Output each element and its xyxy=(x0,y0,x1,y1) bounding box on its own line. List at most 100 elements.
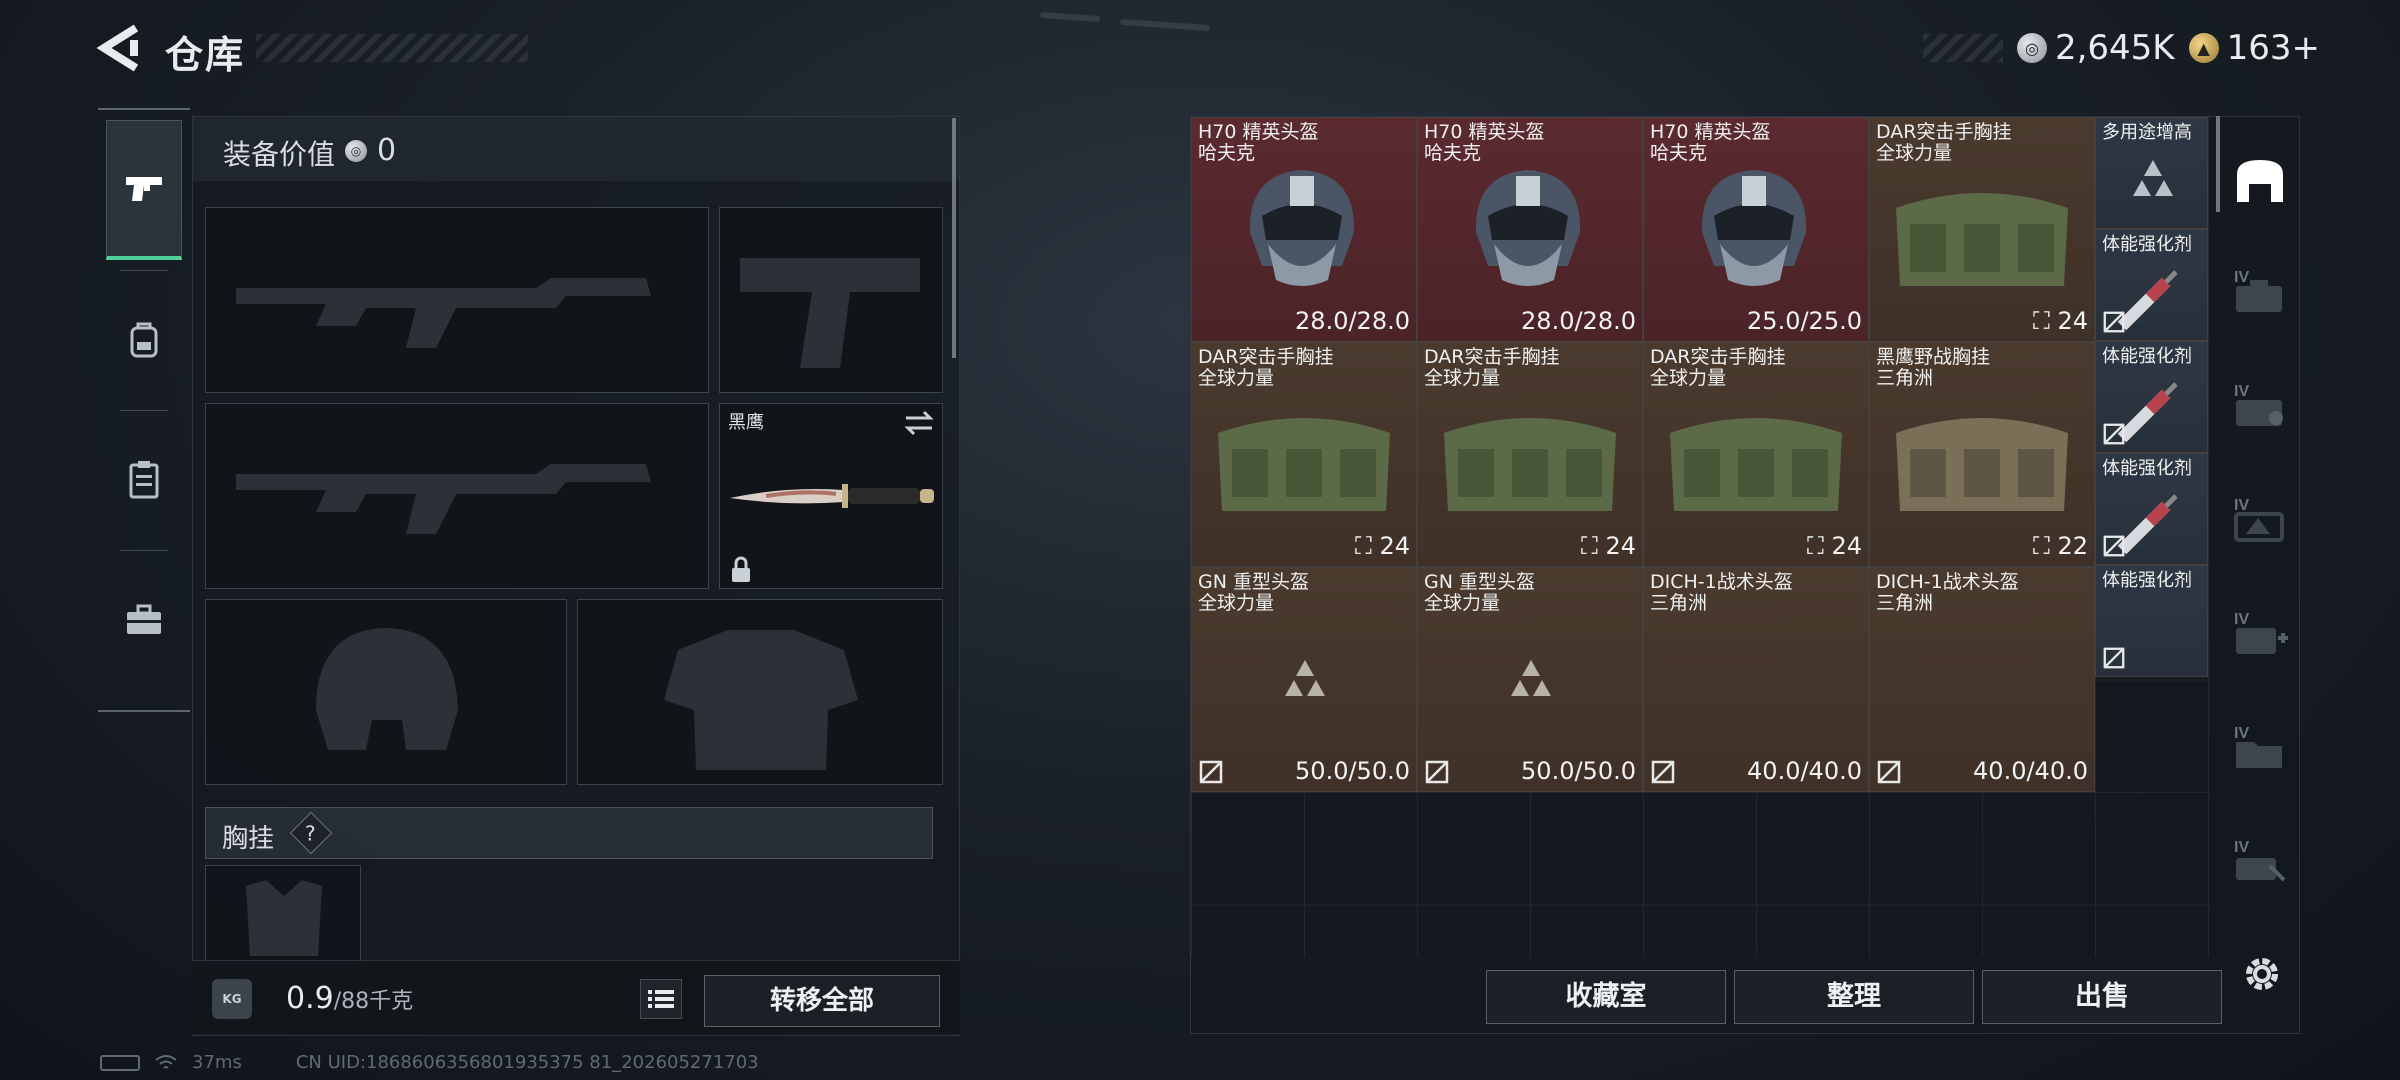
placeholder-triangle-icon xyxy=(1285,660,1325,696)
item-name: DAR突击手胸挂 xyxy=(1198,346,1334,368)
unlock-icon xyxy=(1651,760,1675,784)
armor-silhouette-icon xyxy=(664,630,858,770)
swap-icon[interactable] xyxy=(904,410,934,436)
top-bar: 仓库 ◎ 2,645K ▲ 163+ xyxy=(0,0,2400,100)
storage-item[interactable]: DAR突击手胸挂 全球力量 ⛶ 24 xyxy=(1643,342,1869,567)
item-durability: 50.0/50.0 xyxy=(1521,757,1636,785)
item-faction: 全球力量 xyxy=(1424,592,1501,614)
helmet-slot[interactable] xyxy=(205,599,567,785)
melee-slot[interactable]: 黑鹰 xyxy=(719,403,943,589)
chest-rig-item-icon xyxy=(1670,418,1842,511)
storage-tab-2[interactable]: IV xyxy=(2228,256,2292,326)
transfer-all-button[interactable]: 转移全部 xyxy=(704,975,940,1027)
pistol-icon xyxy=(126,176,162,201)
storage-small-item[interactable]: 体能强化剂 xyxy=(2095,229,2208,341)
storage-item[interactable]: DICH-1战术头盔 三角洲 40.0/40.0 xyxy=(1643,567,1869,792)
chest-rig-item-icon xyxy=(1896,418,2068,511)
gold-currency[interactable]: ▲ 163+ xyxy=(2188,28,2320,68)
pistol-silhouette-icon xyxy=(740,258,920,368)
weight-icon: KG xyxy=(212,979,252,1019)
extension-case-icon: IV xyxy=(2234,497,2284,542)
body-armor-slot[interactable] xyxy=(577,599,943,785)
silver-currency[interactable]: ◎ 2,645K xyxy=(2016,28,2175,68)
sell-button[interactable]: 出售 xyxy=(1982,970,2222,1024)
left-category-nav xyxy=(98,108,190,712)
item-durability: 25.0/25.0 xyxy=(1747,307,1862,335)
ping-readout: 37ms xyxy=(192,1052,242,1073)
extension-case-icon: IV xyxy=(2234,383,2283,426)
svg-text:IV: IV xyxy=(2234,839,2249,856)
status-bar: 37ms CN UID:1868606356801935375 81_20260… xyxy=(100,1052,759,1073)
help-icon[interactable]: ? xyxy=(289,811,333,855)
storage-tab-4[interactable]: IV xyxy=(2228,484,2292,554)
storage-item[interactable]: GN 重型头盔 全球力量 50.0/50.0 xyxy=(1417,567,1643,792)
storage-item[interactable]: 黑鹰野战胸挂 三角洲 ⛶ 22 xyxy=(1869,342,2095,567)
storage-item[interactable]: H70 精英头盔 哈夫克 25.0/25.0 xyxy=(1643,117,1869,342)
storage-small-item[interactable]: 体能强化剂 xyxy=(2095,565,2208,677)
unlock-icon xyxy=(2103,647,2125,669)
nav-tab-backpack[interactable] xyxy=(106,270,182,410)
settings-button[interactable] xyxy=(2240,952,2284,996)
item-name: DAR突击手胸挂 xyxy=(1650,346,1786,368)
item-name: H70 精英头盔 xyxy=(1650,121,1771,143)
carry-weight-current: 0.9 xyxy=(286,981,334,1016)
extension-folder-icon: IV xyxy=(2234,725,2282,768)
collection-room-button[interactable]: 收藏室 xyxy=(1486,970,1726,1024)
helmet-item-icon xyxy=(1249,170,1355,286)
storage-item[interactable]: DAR突击手胸挂 全球力量 ⛶ 24 xyxy=(1869,117,2095,342)
chest-rig-label: 胸挂 xyxy=(222,824,275,854)
equipment-footer: KG 0.9/88千克 转移全部 xyxy=(192,960,960,1034)
storage-small-item[interactable]: 多用途增高 xyxy=(2095,117,2208,229)
storage-tab-3[interactable]: IV xyxy=(2228,370,2292,440)
item-durability: 50.0/50.0 xyxy=(1295,757,1410,785)
silver-coin-icon: ◎ xyxy=(2016,33,2047,63)
user-uid: CN UID:1868606356801935375 81_2026052717… xyxy=(295,1052,759,1073)
equipment-header: 装备价值 ◎ 0 xyxy=(193,117,959,181)
storage-small-item[interactable]: 体能强化剂 xyxy=(2095,453,2208,565)
storage-tab-6[interactable]: IV xyxy=(2228,712,2292,782)
storage-side-tabs: IV IV IV IV IV IV xyxy=(2218,130,2298,930)
storage-item[interactable]: GN 重型头盔 全球力量 50.0/50.0 xyxy=(1191,567,1417,792)
nav-tab-weapons[interactable] xyxy=(106,120,182,260)
nav-tab-vest[interactable] xyxy=(106,410,182,550)
toolbox-icon xyxy=(127,604,161,634)
currency-decoration xyxy=(1922,34,2003,62)
organize-button[interactable]: 整理 xyxy=(1734,970,1974,1024)
list-view-button[interactable] xyxy=(640,979,682,1019)
back-arrow-icon xyxy=(96,24,139,72)
item-name: DAR突击手胸挂 xyxy=(1876,121,2012,143)
placeholder-triangle-icon xyxy=(1511,660,1551,696)
item-name: 体能强化剂 xyxy=(2102,570,2192,591)
primary-weapon-slot[interactable] xyxy=(205,207,709,393)
back-button[interactable] xyxy=(96,22,144,74)
item-faction: 全球力量 xyxy=(1876,142,1953,164)
storage-tab-7[interactable]: IV xyxy=(2228,826,2292,896)
nav-tab-case[interactable] xyxy=(106,550,182,690)
secondary-weapon-slot[interactable] xyxy=(205,403,709,589)
storage-tab-main[interactable] xyxy=(2228,146,2292,216)
storage-item[interactable]: DICH-1战术头盔 三角洲 40.0/40.0 xyxy=(1869,567,2095,792)
equipment-scrollbar[interactable] xyxy=(952,118,956,358)
item-faction: 全球力量 xyxy=(1198,592,1275,614)
sidearm-slot[interactable] xyxy=(719,207,943,393)
rifle-silhouette-icon xyxy=(236,464,651,534)
storage-item[interactable]: H70 精英头盔 哈夫克 28.0/28.0 xyxy=(1417,117,1643,342)
item-name: DAR突击手胸挂 xyxy=(1424,346,1560,368)
placeholder-triangle-icon xyxy=(2133,160,2173,196)
gear-icon xyxy=(2246,958,2278,990)
svg-text:IV: IV xyxy=(2234,497,2249,514)
storage-item[interactable]: DAR突击手胸挂 全球力量 ⛶ 24 xyxy=(1417,342,1643,567)
item-faction: 全球力量 xyxy=(1650,367,1727,389)
item-name: H70 精英头盔 xyxy=(1198,121,1319,143)
storage-tab-5[interactable]: IV xyxy=(2228,598,2292,668)
storage-small-item[interactable]: 体能强化剂 xyxy=(2095,341,2208,453)
item-name: GN 重型头盔 xyxy=(1424,571,1535,593)
storage-item[interactable]: DAR突击手胸挂 全球力量 ⛶ 24 xyxy=(1191,342,1417,567)
unlock-icon xyxy=(1877,760,1901,784)
item-durability: 40.0/40.0 xyxy=(1973,757,2088,785)
chest-rig-slot[interactable] xyxy=(205,865,361,965)
storage-item[interactable]: H70 精英头盔 哈夫克 28.0/28.0 xyxy=(1191,117,1417,342)
gold-currency-amount: 163+ xyxy=(2226,28,2320,68)
item-durability: 28.0/28.0 xyxy=(1295,307,1410,335)
unlock-icon xyxy=(1199,760,1223,784)
